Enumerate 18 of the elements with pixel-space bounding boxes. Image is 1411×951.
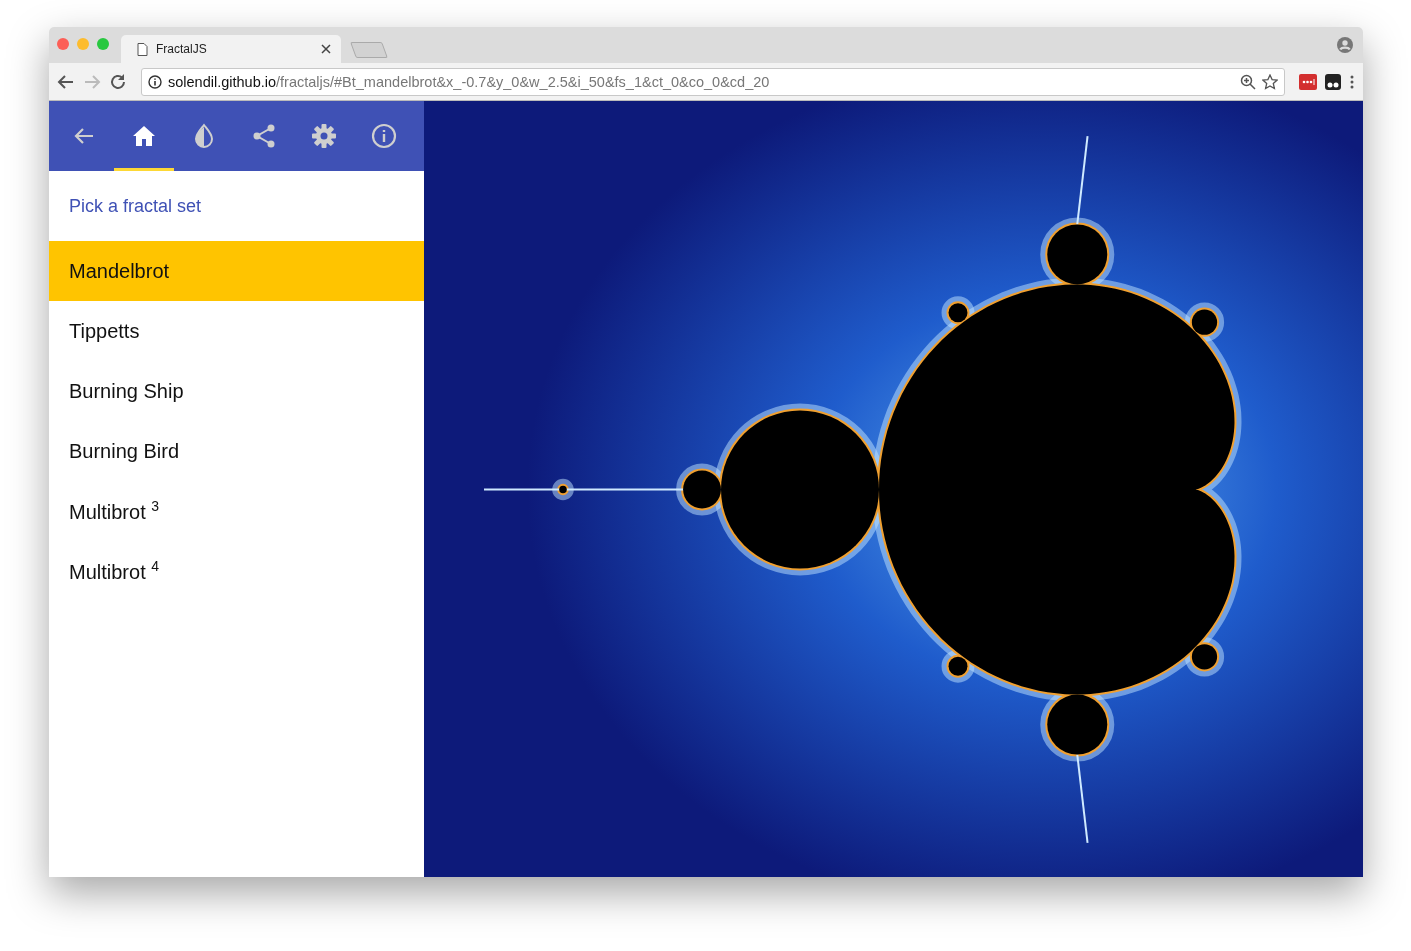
panel-heading: Pick a fractal set bbox=[68, 194, 203, 218]
profile-icon[interactable] bbox=[1337, 37, 1353, 53]
browser-tab[interactable]: FractalJS bbox=[121, 35, 341, 63]
reload-icon[interactable] bbox=[109, 72, 127, 91]
info-icon[interactable] bbox=[148, 74, 162, 89]
menu-icon[interactable] bbox=[1349, 73, 1355, 90]
url-text: solendil.github.io/fractaljs/#Bt_mandelbrot&x_-0.7&y_0&w_2.5&i_50&fs_1&ct_0&co_0&cd_20 bbox=[168, 73, 771, 90]
close-tab-icon[interactable] bbox=[321, 44, 331, 54]
settings-icon bbox=[311, 122, 337, 149]
address-bar[interactable]: solendil.github.io/fractaljs/#Bt_mandelbrot&x_-0.7&y_0&w_2.5&i_50&fs_1&ct_0&co_0&cd_20 bbox=[141, 67, 1285, 96]
info-icon bbox=[371, 122, 397, 149]
share-icon bbox=[251, 122, 277, 149]
extension-icon[interactable] bbox=[1325, 73, 1341, 90]
star-icon[interactable] bbox=[1262, 73, 1278, 90]
zoom-icon[interactable] bbox=[1240, 73, 1256, 90]
fractal-list-item[interactable]: Mandelbrot bbox=[49, 241, 424, 301]
page-icon bbox=[137, 42, 148, 56]
back-icon[interactable] bbox=[57, 72, 75, 91]
